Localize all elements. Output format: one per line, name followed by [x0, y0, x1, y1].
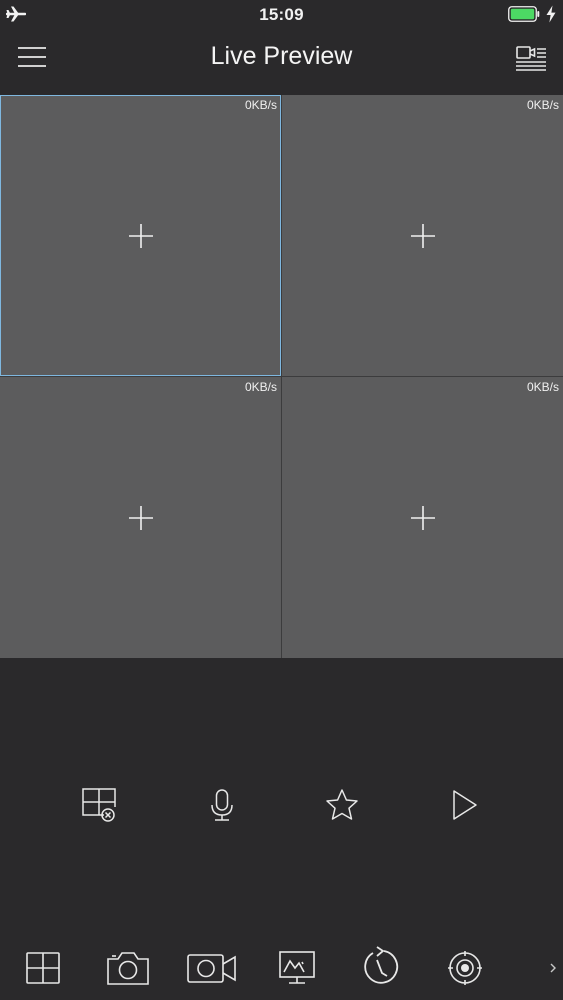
- battery-icon: [508, 6, 540, 22]
- live-preview-grid: 0KB/s 0KB/s 0KB/s 0KB/s: [0, 95, 563, 658]
- preview-window-2[interactable]: 0KB/s: [282, 95, 563, 376]
- plus-icon[interactable]: [410, 505, 436, 531]
- plus-icon[interactable]: [410, 223, 436, 249]
- chevron-right-icon[interactable]: [548, 961, 558, 975]
- device-list-icon[interactable]: [512, 43, 548, 73]
- camera-snapshot-icon[interactable]: [104, 948, 152, 988]
- playback-history-icon[interactable]: [358, 945, 402, 989]
- close-all-windows-icon[interactable]: [80, 785, 120, 825]
- status-bar: 15:09: [0, 0, 563, 30]
- preview-window-1[interactable]: 0KB/s: [0, 95, 281, 376]
- bitrate-label: 0KB/s: [526, 98, 559, 112]
- bitrate-label: 0KB/s: [244, 98, 277, 112]
- bitrate-label: 0KB/s: [526, 380, 559, 394]
- microphone-icon[interactable]: [202, 785, 242, 825]
- monitor-chart-icon[interactable]: [276, 948, 318, 988]
- preview-window-4[interactable]: 0KB/s: [282, 377, 563, 658]
- ptz-target-icon[interactable]: [445, 948, 485, 988]
- status-time: 15:09: [259, 5, 304, 24]
- star-icon[interactable]: [322, 785, 362, 825]
- play-icon[interactable]: [445, 785, 485, 825]
- preview-window-3[interactable]: 0KB/s: [0, 377, 281, 658]
- bitrate-label: 0KB/s: [244, 380, 277, 394]
- video-record-icon[interactable]: [186, 948, 238, 988]
- charging-bolt-icon: [546, 5, 556, 23]
- plus-icon[interactable]: [128, 223, 154, 249]
- plus-icon[interactable]: [128, 505, 154, 531]
- split-layout-icon[interactable]: [22, 948, 64, 988]
- page-title: Live Preview: [210, 42, 353, 70]
- nav-bar: Live Preview: [0, 30, 563, 94]
